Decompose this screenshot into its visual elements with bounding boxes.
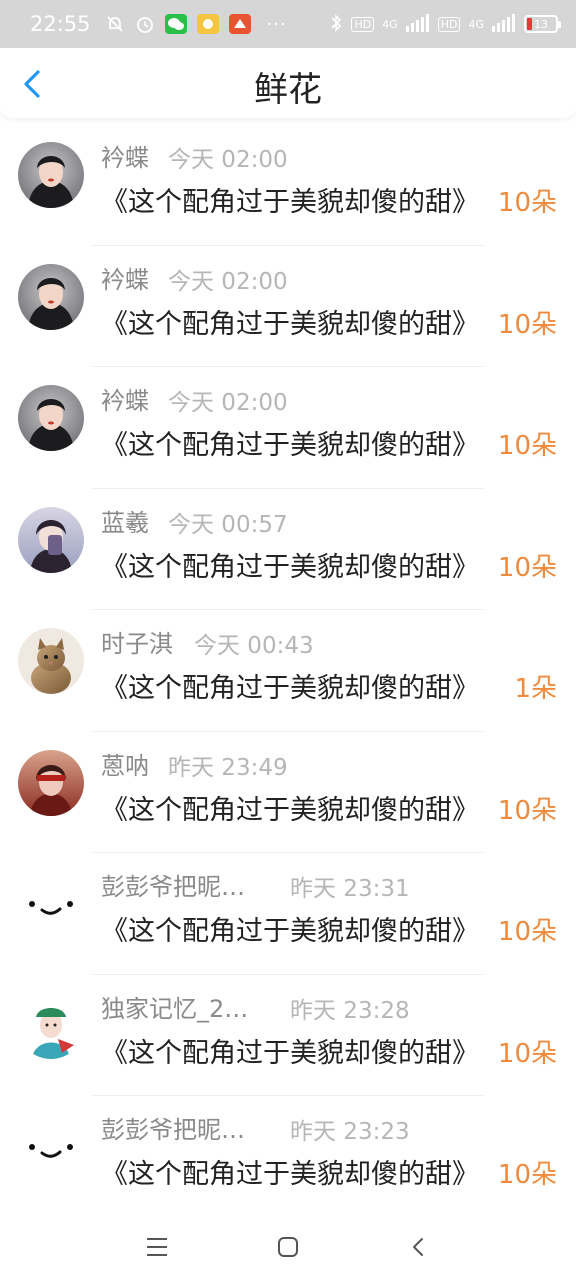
wechat-icon	[164, 14, 187, 34]
sender-name: 蓝羲	[101, 508, 149, 537]
avatar[interactable]	[18, 385, 84, 451]
flower-count: 10朵	[497, 1160, 557, 1190]
flower-count: 10朵	[497, 552, 557, 583]
app-icon	[196, 14, 219, 34]
list-item[interactable]: 衿蝶 今天 02:00 《这个配角过于美貌却傻的甜》 10朵	[0, 367, 576, 489]
avatar[interactable]	[18, 749, 84, 816]
list-item[interactable]: 独家记忆_2… 昨天 23:28 《这个配角过于美貌却傻的甜》 10朵	[0, 975, 576, 1096]
home-icon	[278, 1237, 298, 1257]
message-text: 《这个配角过于美貌却傻的甜》	[101, 308, 479, 340]
message-text: 《这个配角过于美貌却傻的甜》	[101, 430, 479, 461]
list-item[interactable]: 衿蝶 今天 02:00 《这个配角过于美貌却傻的甜》 10朵	[0, 246, 576, 367]
message-text: 《这个配角过于美貌却傻的甜》	[101, 187, 479, 218]
network-hd-label: HD	[351, 16, 375, 32]
list-item[interactable]: 蒽呐 昨天 23:49 《这个配角过于美貌却傻的甜》 10朵	[0, 732, 576, 853]
sender-name: 彭彭爷把昵…	[101, 873, 245, 901]
list-item[interactable]: 衿蝶 今天 02:00 《这个配角过于美貌却傻的甜》 10朵	[0, 124, 576, 246]
avatar[interactable]	[18, 871, 84, 937]
message-text: 《这个配角过于美貌却傻的甜》	[101, 1159, 479, 1190]
flower-list: 衿蝶 今天 02:00 《这个配角过于美貌却傻的甜》 10朵 衿蝶 今天 02:…	[0, 124, 576, 1218]
page-title: 鲜花	[254, 70, 322, 110]
sent-time: 今天 00:57	[168, 511, 288, 538]
network-4g-label-2: 4G	[468, 17, 484, 31]
message-text: 《这个配角过于美貌却傻的甜》	[101, 916, 479, 947]
sender-name: 蒽呐	[101, 751, 149, 780]
list-item[interactable]: 彭彭爷把昵… 昨天 23:31 《这个配角过于美貌却傻的甜》 10朵	[0, 853, 576, 975]
menu-button[interactable]	[140, 1230, 174, 1264]
signal-icon	[405, 13, 430, 35]
avatar[interactable]	[18, 506, 84, 573]
avatar[interactable]	[18, 628, 84, 694]
sent-time: 今天 00:43	[194, 633, 314, 659]
flower-count: 10朵	[497, 309, 557, 340]
bluetooth-icon	[329, 13, 343, 36]
status-time: 22:55	[30, 12, 91, 36]
sent-time: 今天 02:00	[168, 268, 288, 295]
system-nav-bar	[0, 1212, 576, 1280]
sender-name: 衿蝶	[101, 387, 149, 415]
sent-time: 昨天 23:31	[290, 876, 410, 902]
flower-count: 10朵	[497, 1038, 557, 1069]
flower-count: 10朵	[497, 917, 557, 947]
list-item[interactable]: 时子淇 今天 00:43 《这个配角过于美貌却傻的甜》 1朵	[0, 610, 576, 732]
menu-icon	[147, 1238, 167, 1256]
header: 鲜花	[0, 48, 576, 118]
network-4g-label: 4G	[382, 17, 398, 31]
status-bar: 22:55 ··· HD 4G HD 4G 13	[0, 0, 576, 48]
signal-icon-2	[492, 13, 516, 35]
avatar[interactable]	[18, 142, 84, 208]
sender-name: 时子淇	[101, 630, 173, 658]
message-text: 《这个配角过于美貌却傻的甜》	[101, 673, 479, 704]
sender-name: 独家记忆_2…	[101, 994, 249, 1023]
more-notifications: ···	[266, 13, 287, 35]
system-back-button[interactable]	[402, 1230, 436, 1264]
flower-count: 10朵	[497, 795, 557, 826]
battery-icon: 13	[524, 15, 561, 33]
battery-level: 13	[534, 17, 548, 31]
sender-name: 彭彭爷把昵…	[101, 1116, 245, 1144]
sent-time: 昨天 23:28	[290, 997, 410, 1024]
sender-name: 衿蝶	[101, 144, 149, 172]
sent-time: 昨天 23:49	[168, 754, 288, 781]
back-icon	[413, 1238, 423, 1256]
message-text: 《这个配角过于美貌却傻的甜》	[101, 1037, 479, 1069]
network-hd-label-2: HD	[437, 16, 461, 32]
avatar[interactable]	[18, 263, 84, 330]
flower-count: 1朵	[514, 674, 557, 704]
message-text: 《这个配角过于美貌却傻的甜》	[101, 794, 479, 826]
list-item[interactable]: 彭彭爷把昵… 昨天 23:23 《这个配角过于美貌却傻的甜》 10朵	[0, 1096, 576, 1218]
alarm-icon	[135, 14, 155, 34]
flower-count: 10朵	[497, 431, 557, 461]
sent-time: 今天 02:00	[168, 147, 288, 173]
list-item[interactable]: 蓝羲 今天 00:57 《这个配角过于美貌却傻的甜》 10朵	[0, 489, 576, 610]
avatar[interactable]	[18, 1114, 84, 1180]
sent-time: 今天 02:00	[168, 390, 288, 416]
avatar[interactable]	[18, 992, 84, 1059]
mute-bell-icon	[105, 14, 125, 34]
message-text: 《这个配角过于美貌却傻的甜》	[101, 551, 479, 583]
sender-name: 衿蝶	[101, 265, 149, 294]
flower-count: 10朵	[497, 188, 557, 218]
shop-app-icon	[228, 14, 251, 34]
sent-time: 昨天 23:23	[290, 1119, 410, 1145]
home-button[interactable]	[271, 1230, 305, 1264]
